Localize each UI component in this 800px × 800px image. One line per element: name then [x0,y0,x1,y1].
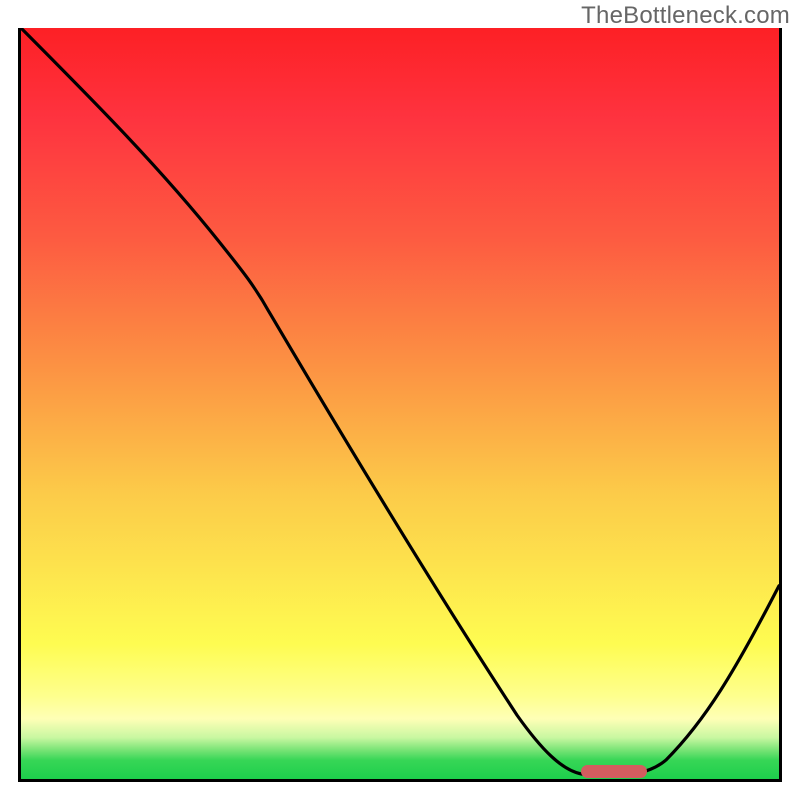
chart-container: TheBottleneck.com [0,0,800,800]
watermark-text: TheBottleneck.com [581,2,790,30]
plot-area [18,28,782,782]
optimal-marker [581,765,647,778]
bottleneck-curve [21,28,779,779]
